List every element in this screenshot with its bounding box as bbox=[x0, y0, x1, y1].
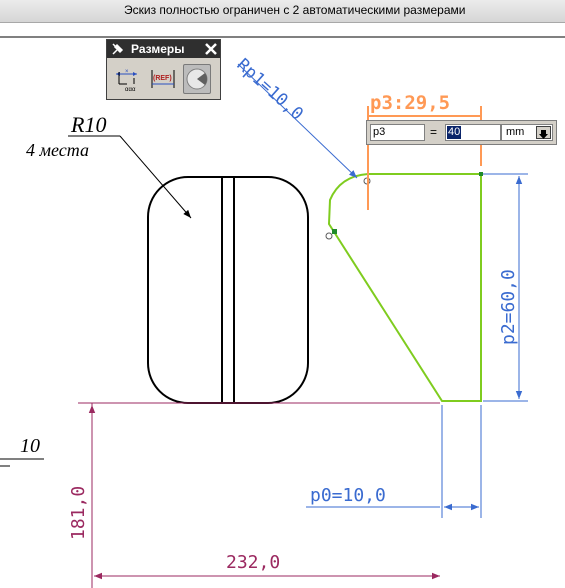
sketch-canvas[interactable]: R10 4 места 10 181,0 232,0 Rp1=10,0 p2=6… bbox=[0, 0, 565, 588]
dimension-name-field[interactable]: p3 bbox=[370, 124, 425, 141]
svg-text:×: × bbox=[125, 69, 129, 75]
dimension-value-input[interactable]: 40 bbox=[445, 124, 501, 141]
auto-dimension-button[interactable] bbox=[183, 64, 211, 94]
reference-dimension-button[interactable]: (REF) bbox=[149, 64, 177, 94]
dimension-edit-box: p3 = 40 mm bbox=[366, 120, 557, 145]
dimension-value-text: 40 bbox=[447, 126, 462, 139]
rounded-rectangle[interactable] bbox=[147, 176, 309, 404]
vertical-dimension-value[interactable]: 181,0 bbox=[68, 486, 89, 540]
unit-select[interactable]: mm bbox=[501, 124, 553, 141]
svg-text:(REF): (REF) bbox=[153, 75, 172, 82]
reference-dimension-icon: (REF) bbox=[151, 70, 175, 88]
p3-dimension-value[interactable]: p3:29,5 bbox=[370, 92, 450, 114]
down-arrow-icon bbox=[539, 130, 548, 139]
close-icon[interactable] bbox=[203, 41, 219, 57]
rp1-dimension-value[interactable]: Rp1=10,0 bbox=[233, 55, 307, 125]
linear-dimension-button[interactable]: × ααα bbox=[113, 64, 141, 94]
p2-dimension-value[interactable]: p2=60,0 bbox=[498, 269, 519, 345]
palette-titlebar[interactable]: Размеры bbox=[107, 40, 220, 58]
partial-dimension-label[interactable]: 10 bbox=[20, 435, 40, 457]
auto-dimension-icon bbox=[186, 68, 208, 90]
sketch-profile[interactable] bbox=[327, 173, 482, 402]
arc-start-point[interactable] bbox=[325, 232, 333, 240]
corner-point-top-right[interactable] bbox=[479, 172, 483, 176]
linear-dimension-icon: × ααα bbox=[116, 69, 137, 93]
radius-count-label: 4 места bbox=[26, 140, 89, 160]
svg-text:ααα: ααα bbox=[125, 87, 136, 93]
unit-dropdown-button[interactable] bbox=[536, 126, 551, 139]
radius-label[interactable]: R10 bbox=[70, 112, 106, 137]
pin-icon[interactable] bbox=[110, 41, 126, 57]
tangent-point[interactable] bbox=[332, 229, 337, 234]
horizontal-dimension-value[interactable]: 232,0 bbox=[226, 552, 280, 573]
equals-sign: = bbox=[430, 125, 438, 139]
dimensions-palette: Размеры × ααα (REF) bbox=[106, 39, 221, 100]
p0-dimension-value[interactable]: p0=10,0 bbox=[310, 485, 386, 506]
palette-title: Размеры bbox=[131, 42, 185, 56]
unit-value: mm bbox=[506, 126, 525, 138]
